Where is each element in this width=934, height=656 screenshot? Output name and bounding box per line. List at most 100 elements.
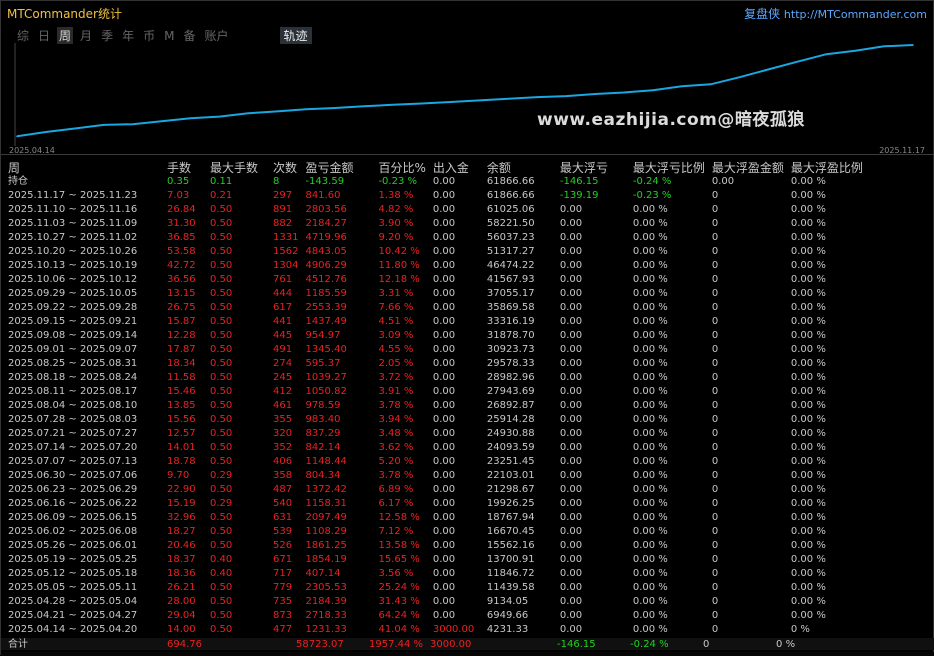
value-cell: 0.00 bbox=[432, 274, 456, 285]
period-cell: 2025.06.16 ~ 2025.06.22 bbox=[8, 498, 138, 509]
table-row[interactable]: 2025.06.16 ~ 2025.06.22 15.19 0.29 540 1158.… bbox=[1, 497, 863, 511]
table-row[interactable]: 2025.11.03 ~ 2025.11.09 31.30 0.50 882 2184.… bbox=[1, 217, 863, 231]
value-cell: 26.84 bbox=[167, 204, 196, 215]
table-row[interactable]: 2025.06.23 ~ 2025.06.29 22.90 0.50 487 1372.… bbox=[1, 483, 863, 497]
table-row[interactable]: 2025.09.15 ~ 2025.09.21 15.87 0.50 441 1437.… bbox=[1, 315, 863, 329]
table-row[interactable]: 2025.08.11 ~ 2025.08.17 15.46 0.50 412 1050.… bbox=[1, 385, 863, 399]
table-row[interactable]: 2025.10.27 ~ 2025.11.02 36.85 0.50 1331 4719… bbox=[1, 231, 863, 245]
value-cell: 779 bbox=[273, 582, 293, 593]
table-row[interactable]: 2025.04.28 ~ 2025.05.04 28.00 0.50 735 2184.… bbox=[1, 595, 863, 609]
table-row[interactable]: 2025.08.18 ~ 2025.08.24 11.58 0.50 245 1039.… bbox=[1, 371, 863, 385]
table-row[interactable]: 2025.05.26 ~ 2025.06.01 20.46 0.50 526 1861.… bbox=[1, 539, 863, 553]
table-row[interactable]: 2025.07.28 ~ 2025.08.03 15.56 0.50 355 983.4… bbox=[1, 413, 863, 427]
table-row[interactable]: 2025.06.30 ~ 2025.07.06 9.70 0.29 358 804.34… bbox=[1, 469, 863, 483]
value-cell: 0 bbox=[711, 260, 719, 271]
table-row[interactable]: 2025.07.14 ~ 2025.07.20 14.01 0.50 352 842.1… bbox=[1, 441, 863, 455]
table-row[interactable]: 2025.05.19 ~ 2025.05.25 18.37 0.40 671 1854.… bbox=[1, 553, 863, 567]
tab-3[interactable]: 月 bbox=[78, 27, 94, 44]
table-row[interactable]: 2025.04.14 ~ 2025.04.20 14.00 0.50 477 1231.… bbox=[1, 623, 863, 637]
brand-name[interactable]: 复盘侠 bbox=[744, 7, 780, 21]
table-row[interactable]: 2025.09.29 ~ 2025.10.05 13.15 0.50 444 1185.… bbox=[1, 287, 863, 301]
table-row[interactable]: 2025.10.20 ~ 2025.10.26 53.58 0.50 1562 4843… bbox=[1, 245, 863, 259]
value-cell: 0.00 bbox=[559, 386, 583, 397]
tab-4[interactable]: 季 bbox=[99, 27, 115, 44]
value-cell: 0 bbox=[711, 540, 719, 551]
tab-1[interactable]: 日 bbox=[36, 27, 52, 44]
balance-point bbox=[189, 117, 192, 120]
header-cell[interactable]: 周 bbox=[1, 161, 160, 175]
value-cell: 0.00 % bbox=[790, 288, 826, 299]
period-cell: 2025.09.01 ~ 2025.09.07 bbox=[8, 344, 138, 355]
tab-9[interactable]: 账户 bbox=[202, 27, 230, 44]
period-cell: 2025.09.15 ~ 2025.09.21 bbox=[8, 316, 138, 327]
value-cell: 0.00 % bbox=[790, 246, 826, 257]
value-cell: 6.17 % bbox=[378, 498, 414, 509]
value-cell: 526 bbox=[273, 540, 293, 551]
value-cell: 0.29 bbox=[210, 470, 233, 481]
value-cell: 29.04 bbox=[167, 610, 196, 621]
balance-point bbox=[767, 68, 770, 71]
position-row[interactable]: 持仓 0.35 0.11 8 -143.59 -0.23 % 0.00 61866.66 -14… bbox=[1, 175, 863, 189]
value-cell: 0.50 bbox=[210, 330, 233, 341]
tab-7[interactable]: M bbox=[162, 29, 176, 43]
table-row[interactable]: 2025.06.09 ~ 2025.06.15 32.96 0.50 631 2097.… bbox=[1, 511, 863, 525]
value-cell: 6.89 % bbox=[378, 484, 414, 495]
brand-url[interactable]: http://MTCommander.com bbox=[784, 8, 927, 21]
tab-0[interactable]: 综 bbox=[15, 27, 31, 44]
balance-point bbox=[363, 105, 365, 107]
value-cell: 0.00 % bbox=[632, 554, 668, 565]
table-row[interactable]: 2025.11.10 ~ 2025.11.16 26.84 0.50 891 2803.… bbox=[1, 203, 863, 217]
table-row[interactable]: 2025.09.22 ~ 2025.09.28 26.75 0.50 617 2553.… bbox=[1, 301, 863, 315]
table-row[interactable]: 2025.07.21 ~ 2025.07.27 12.57 0.50 320 837.2… bbox=[1, 427, 863, 441]
header-cell[interactable]: 次数 bbox=[266, 161, 298, 175]
table-row[interactable]: 2025.06.02 ~ 2025.06.08 18.27 0.50 539 1108.… bbox=[1, 525, 863, 539]
value-cell: 3.78 % bbox=[378, 470, 414, 481]
value-cell: 0.00 bbox=[432, 456, 456, 467]
table-row[interactable]: 2025.07.07 ~ 2025.07.13 18.78 0.50 406 1148.… bbox=[1, 455, 863, 469]
table-row[interactable]: 2025.08.04 ~ 2025.08.10 13.85 0.50 461 978.5… bbox=[1, 399, 863, 413]
value-cell: 10.42 % bbox=[378, 246, 420, 257]
table-row[interactable]: 2025.10.13 ~ 2025.10.19 42.72 0.50 1304 4906… bbox=[1, 259, 863, 273]
value-cell: 15562.16 bbox=[486, 540, 535, 551]
table-row[interactable]: 2025.09.08 ~ 2025.09.14 12.28 0.50 445 954.9… bbox=[1, 329, 863, 343]
table-row[interactable]: 2025.11.17 ~ 2025.11.23 7.03 0.21 297 841.60… bbox=[1, 189, 863, 203]
table-row[interactable]: 2025.04.21 ~ 2025.04.27 29.04 0.50 873 2718.… bbox=[1, 609, 863, 623]
value-cell: 4.82 % bbox=[378, 204, 414, 215]
header-cell[interactable]: 最大浮盈比例 bbox=[784, 161, 863, 175]
table-row[interactable]: 2025.05.05 ~ 2025.05.11 26.21 0.50 779 2305.… bbox=[1, 581, 863, 595]
table-row[interactable]: 2025.08.25 ~ 2025.08.31 18.34 0.50 274 595.3… bbox=[1, 357, 863, 371]
value-cell: 0.00 bbox=[559, 442, 583, 453]
table-row[interactable]: 2025.10.06 ~ 2025.10.12 36.56 0.50 761 4512.… bbox=[1, 273, 863, 287]
value-cell: 0.00 % bbox=[790, 386, 826, 397]
value-cell: 15.87 bbox=[167, 316, 196, 327]
value-cell: 1148.44 bbox=[305, 456, 347, 467]
brand-link[interactable]: 复盘侠 http://MTCommander.com bbox=[744, 5, 927, 22]
table-row[interactable]: 2025.09.01 ~ 2025.09.07 17.87 0.50 491 1345.… bbox=[1, 343, 863, 357]
value-cell: 0.50 bbox=[210, 246, 233, 257]
value-cell: 441 bbox=[273, 316, 293, 327]
value-cell: 0.00 bbox=[559, 610, 583, 621]
tab-track[interactable]: 轨迹 bbox=[279, 27, 312, 44]
header-cell[interactable]: 手数 bbox=[160, 161, 203, 175]
header-cell[interactable]: 最大手数 bbox=[203, 161, 266, 175]
value-cell: 20.46 bbox=[167, 540, 196, 551]
header-cell[interactable]: 最大浮亏比例 bbox=[626, 161, 705, 175]
header-cell[interactable]: 百分比% bbox=[371, 161, 425, 175]
header-cell[interactable]: 最大浮盈金额 bbox=[705, 161, 784, 175]
total-cell: 0 bbox=[703, 639, 710, 650]
table-row[interactable]: 2025.05.12 ~ 2025.05.18 18.36 0.40 717 407.1… bbox=[1, 567, 863, 581]
tab-6[interactable]: 币 bbox=[141, 27, 157, 44]
period-cell: 2025.07.28 ~ 2025.08.03 bbox=[8, 414, 138, 425]
value-cell: 0.00 % bbox=[790, 330, 826, 341]
tab-8[interactable]: 备 bbox=[181, 27, 197, 44]
header-cell[interactable]: 出入金 bbox=[426, 161, 480, 175]
header-cell[interactable]: 盈亏金额 bbox=[298, 161, 371, 175]
balance-point bbox=[507, 97, 510, 100]
tab-2[interactable]: 周 bbox=[57, 27, 74, 44]
tab-5[interactable]: 年 bbox=[120, 27, 136, 44]
value-cell: 1372.42 bbox=[305, 484, 347, 495]
value-cell: -139.19 bbox=[559, 190, 599, 201]
value-cell: 36.85 bbox=[167, 232, 196, 243]
header-cell[interactable]: 余额 bbox=[480, 161, 553, 175]
header-cell[interactable]: 最大浮亏 bbox=[553, 161, 626, 175]
